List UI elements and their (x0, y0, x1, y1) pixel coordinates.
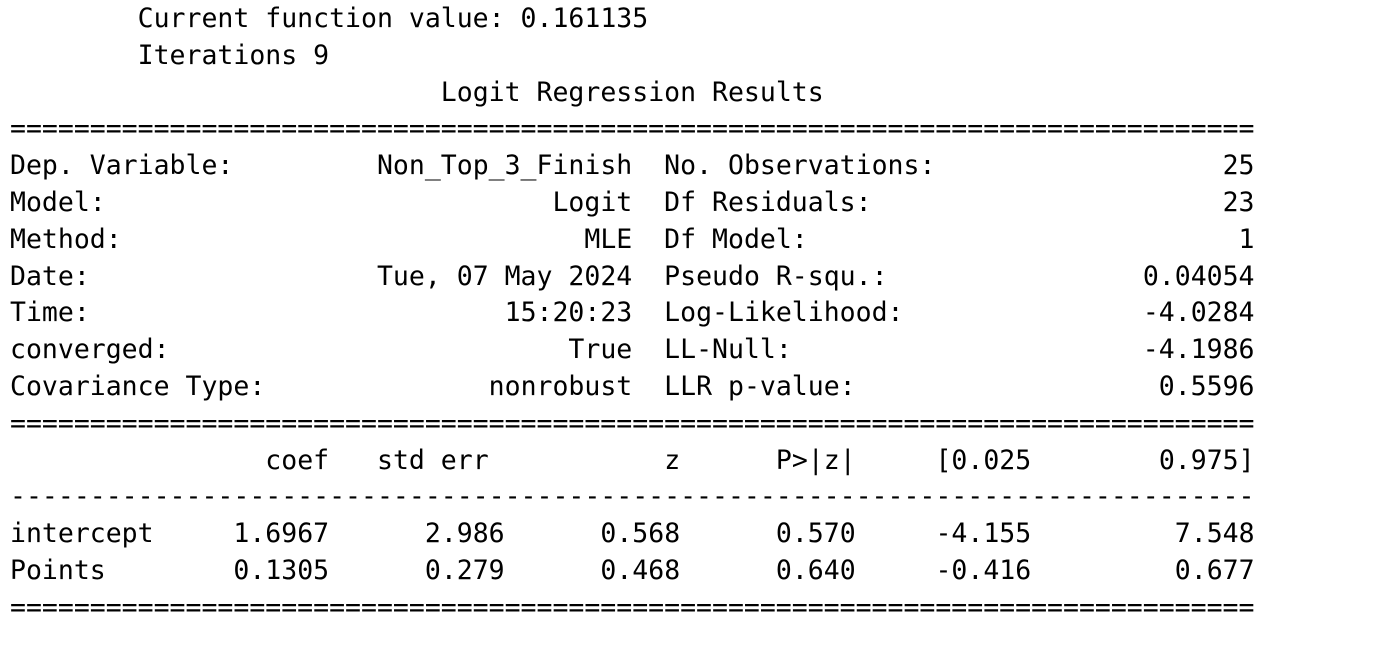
summary-right-label: No. Observations: (664, 150, 936, 182)
coef-cell-coef: 1.6967 (233, 518, 330, 550)
summary-right-label: Log-Likelihood: (664, 297, 904, 329)
coef-row-name: intercept (10, 518, 154, 550)
summary-row: Time: 15:20:23 Log-Likelihood: -4.0284 (10, 295, 1255, 332)
summary-right-label: LLR p-value: (664, 370, 856, 402)
coef-cell-ci-high: 0.677 (1174, 554, 1255, 586)
report-title-text: Logit Regression Results (440, 76, 824, 108)
coef-header-row: coef std err z P>|z| [0.025 0.975] (10, 443, 1255, 480)
summary-left-label: Date: (10, 260, 90, 292)
summary-left-label: Dep. Variable: (10, 150, 234, 182)
summary-right-value: 25 (1222, 150, 1255, 182)
coef-cell-p: 0.570 (775, 518, 856, 550)
summary-left-label: converged: (10, 334, 170, 366)
summary-row: Covariance Type: nonrobust LLR p-value: … (10, 369, 1255, 406)
summary-right-label: LL-Null: (664, 334, 792, 366)
summary-left-label: Covariance Type: (10, 370, 266, 402)
summary-row: Dep. Variable: Non_Top_3_Finish No. Obse… (10, 148, 1255, 185)
rule-minor: ----------------------------------------… (10, 481, 1255, 513)
summary-row: Method: MLE Df Model: 1 (10, 222, 1255, 259)
rule-top: ========================================… (10, 113, 1255, 145)
coef-cell-ci-low: -4.155 (935, 518, 1032, 550)
coef-cell-std-err: 0.279 (424, 554, 505, 586)
coef-header-cell: coef (265, 444, 330, 476)
rule-middle: ========================================… (10, 407, 1255, 439)
summary-left-label: Time: (10, 297, 90, 329)
coef-cell-ci-high: 7.548 (1174, 518, 1255, 550)
summary-row: Date: Tue, 07 May 2024 Pseudo R-squ.: 0.… (10, 259, 1255, 296)
coef-header-cell: std err (376, 444, 489, 476)
summary-right-label: Df Model: (664, 223, 808, 255)
summary-right-label: Pseudo R-squ.: (664, 260, 888, 292)
coef-cell-std-err: 2.986 (424, 518, 505, 550)
iterations-text: Iterations 9 (137, 39, 330, 71)
coef-cell-z: 0.568 (600, 518, 681, 550)
summary-row: Model: Logit Df Residuals: 23 (10, 185, 1255, 222)
summary-right-value: -4.0284 (1142, 297, 1255, 329)
summary-right-value: 23 (1222, 186, 1255, 218)
regression-output: Current function value: 0.161135 Iterati… (10, 1, 1255, 627)
summary-right-label: Df Residuals: (664, 186, 872, 218)
coef-header-cell: P>|z| (775, 444, 856, 476)
coef-header-cell: 0.975] (1158, 444, 1255, 476)
coef-row: Points 0.1305 0.279 0.468 0.640 -0.416 0… (10, 553, 1255, 590)
summary-right-value: 1 (1238, 223, 1255, 255)
coef-cell-coef: 0.1305 (233, 554, 330, 586)
summary-left-value: 15:20:23 (504, 297, 633, 329)
summary-left-value: MLE (584, 223, 633, 255)
summary-left-label: Method: (10, 223, 122, 255)
summary-left-value: nonrobust (488, 370, 633, 402)
summary-right-value: 0.04054 (1142, 260, 1255, 292)
coef-cell-z: 0.468 (600, 554, 681, 586)
function-value-line: Current function value: 0.161135 (10, 1, 1255, 38)
coef-header-cell: [0.025 (935, 444, 1032, 476)
summary-right-value: -4.1986 (1142, 334, 1255, 366)
summary-left-value: Logit (552, 186, 633, 218)
summary-left-value: Non_Top_3_Finish (376, 150, 633, 182)
iterations-line: Iterations 9 (10, 38, 1255, 75)
coef-cell-p: 0.640 (775, 554, 856, 586)
function-value-text: Current function value: 0.161135 (137, 3, 649, 34)
report-title: Logit Regression Results (10, 75, 1255, 112)
coef-row-name: Points (10, 554, 106, 586)
coef-header-cell: z (664, 444, 681, 476)
coef-cell-ci-low: -0.416 (935, 554, 1032, 586)
summary-left-label: Model: (10, 186, 106, 218)
summary-left-value: Tue, 07 May 2024 (376, 260, 633, 292)
rule-bottom: ========================================… (10, 591, 1255, 623)
summary-row: converged: True LL-Null: -4.1986 (10, 332, 1255, 369)
summary-left-value: True (568, 334, 633, 366)
coef-row: intercept 1.6967 2.986 0.568 0.570 -4.15… (10, 516, 1255, 553)
summary-right-value: 0.5596 (1158, 370, 1255, 402)
